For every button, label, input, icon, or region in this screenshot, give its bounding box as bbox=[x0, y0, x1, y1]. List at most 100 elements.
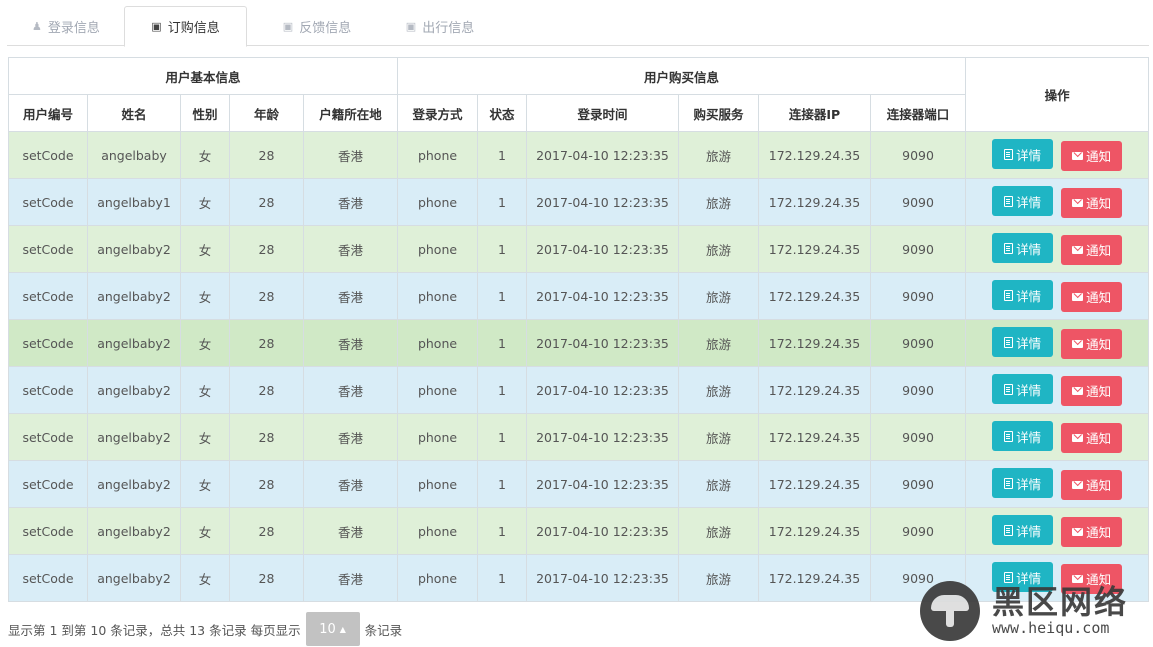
detail-button[interactable]: 详情 bbox=[992, 468, 1054, 499]
tab-login-info[interactable]: ♟ 登录信息 bbox=[7, 6, 125, 46]
cell-age: 28 bbox=[229, 507, 304, 555]
column-header-connector-port[interactable]: 连接器端口 bbox=[869, 94, 967, 132]
cell-status: 1 bbox=[477, 131, 527, 179]
detail-button-label: 详情 bbox=[1016, 523, 1042, 539]
cell-service: 旅游 bbox=[678, 178, 759, 226]
cell-login-method: phone bbox=[397, 272, 478, 320]
table-row: setCode angelbaby2 女 28 香港 phone 1 2017-04-10 1… bbox=[8, 366, 1150, 414]
cell-name: angelbaby2 bbox=[87, 366, 181, 414]
column-header-age[interactable]: 年龄 bbox=[229, 94, 304, 132]
cell-gender: 女 bbox=[180, 413, 230, 461]
cell-user-id: setCode bbox=[8, 554, 88, 602]
cell-connector-ip: 172.129.24.35 bbox=[758, 507, 871, 555]
column-header-status[interactable]: 状态 bbox=[477, 94, 527, 132]
detail-button[interactable]: 详情 bbox=[992, 374, 1054, 405]
envelope-icon bbox=[1072, 480, 1084, 489]
notify-button-label: 通知 bbox=[1086, 384, 1112, 400]
mushroom-logo-icon bbox=[920, 581, 980, 641]
cell-hometown: 香港 bbox=[303, 178, 398, 226]
notify-button[interactable]: 通知 bbox=[1061, 516, 1123, 547]
detail-button-label: 详情 bbox=[1016, 194, 1042, 210]
table-row: setCode angelbaby2 女 28 香港 phone 1 2017-04-10 1… bbox=[8, 225, 1150, 273]
notify-button[interactable]: 通知 bbox=[1061, 140, 1123, 171]
cell-login-time: 2017-04-10 12:23:35 bbox=[526, 272, 679, 320]
notify-button-label: 通知 bbox=[1086, 243, 1112, 259]
detail-button[interactable]: 详情 bbox=[992, 421, 1054, 452]
cell-name: angelbaby bbox=[87, 131, 181, 179]
detail-button[interactable]: 详情 bbox=[992, 327, 1054, 358]
order-table-container: 用户基本信息 用户购买信息 操作 用户编号 姓名 性别 年龄 户籍所在地 登录方… bbox=[8, 57, 1150, 602]
detail-button-label: 详情 bbox=[1016, 429, 1042, 445]
envelope-icon bbox=[1072, 198, 1084, 207]
cell-connector-ip: 172.129.24.35 bbox=[758, 366, 871, 414]
notify-button[interactable]: 通知 bbox=[1061, 281, 1123, 312]
cell-connector-port: 9090 bbox=[869, 178, 967, 226]
file-icon bbox=[1004, 289, 1014, 301]
cell-gender: 女 bbox=[180, 131, 230, 179]
cell-login-method: phone bbox=[397, 225, 478, 273]
column-header-service[interactable]: 购买服务 bbox=[678, 94, 759, 132]
cell-login-time: 2017-04-10 12:23:35 bbox=[526, 413, 679, 461]
cell-service: 旅游 bbox=[678, 413, 759, 461]
tab-label: 反馈信息 bbox=[299, 20, 352, 36]
cell-login-method: phone bbox=[397, 366, 478, 414]
column-header-login-time[interactable]: 登录时间 bbox=[526, 94, 679, 132]
user-icon: ♟ bbox=[32, 19, 42, 33]
detail-button[interactable]: 详情 bbox=[992, 186, 1054, 217]
column-header-user-id[interactable]: 用户编号 bbox=[8, 94, 88, 132]
cell-gender: 女 bbox=[180, 319, 230, 367]
cell-login-method: phone bbox=[397, 507, 478, 555]
tab-feedback-info[interactable]: ▣ 反馈信息 bbox=[255, 6, 379, 46]
cell-hometown: 香港 bbox=[303, 507, 398, 555]
detail-button[interactable]: 详情 bbox=[992, 515, 1054, 546]
notify-button-label: 通知 bbox=[1086, 478, 1112, 494]
tab-travel-info[interactable]: ▣ 出行信息 bbox=[379, 6, 501, 46]
cell-connector-port: 9090 bbox=[869, 413, 967, 461]
cell-connector-ip: 172.129.24.35 bbox=[758, 272, 871, 320]
cell-age: 28 bbox=[229, 413, 304, 461]
cell-connector-ip: 172.129.24.35 bbox=[758, 178, 871, 226]
cell-gender: 女 bbox=[180, 366, 230, 414]
file-icon bbox=[1004, 336, 1014, 348]
cell-service: 旅游 bbox=[678, 366, 759, 414]
page-size-dropdown[interactable]: 10 ▲ bbox=[305, 612, 360, 646]
cell-service: 旅游 bbox=[678, 131, 759, 179]
envelope-icon bbox=[1072, 433, 1084, 442]
column-header-login-method[interactable]: 登录方式 bbox=[397, 94, 478, 132]
cell-status: 1 bbox=[477, 460, 527, 508]
detail-button-label: 详情 bbox=[1016, 241, 1042, 257]
cell-gender: 女 bbox=[180, 178, 230, 226]
cell-gender: 女 bbox=[180, 225, 230, 273]
cell-login-time: 2017-04-10 12:23:35 bbox=[526, 507, 679, 555]
cell-connector-ip: 172.129.24.35 bbox=[758, 554, 871, 602]
cell-user-id: setCode bbox=[8, 319, 88, 367]
column-header-name[interactable]: 姓名 bbox=[87, 94, 181, 132]
file-icon bbox=[1004, 195, 1014, 207]
cell-age: 28 bbox=[229, 225, 304, 273]
cell-connector-ip: 172.129.24.35 bbox=[758, 413, 871, 461]
envelope-icon bbox=[1072, 151, 1084, 160]
notify-button[interactable]: 通知 bbox=[1061, 375, 1123, 406]
watermark-title: 黑区网络 bbox=[992, 583, 1129, 621]
notify-button[interactable]: 通知 bbox=[1061, 469, 1123, 500]
column-header-gender[interactable]: 性别 bbox=[180, 94, 230, 132]
notify-button[interactable]: 通知 bbox=[1061, 328, 1123, 359]
column-header-hometown[interactable]: 户籍所在地 bbox=[303, 94, 398, 132]
detail-button[interactable]: 详情 bbox=[992, 280, 1054, 311]
notify-button[interactable]: 通知 bbox=[1061, 234, 1123, 265]
notify-button[interactable]: 通知 bbox=[1061, 187, 1123, 218]
cell-gender: 女 bbox=[180, 272, 230, 320]
detail-button[interactable]: 详情 bbox=[992, 139, 1054, 170]
cell-login-time: 2017-04-10 12:23:35 bbox=[526, 131, 679, 179]
cell-connector-port: 9090 bbox=[869, 366, 967, 414]
table-row: setCode angelbaby 女 28 香港 phone 1 2017-04-10 12… bbox=[8, 131, 1150, 179]
cell-service: 旅游 bbox=[678, 554, 759, 602]
column-header-connector-ip[interactable]: 连接器IP bbox=[758, 94, 871, 132]
cell-connector-ip: 172.129.24.35 bbox=[758, 225, 871, 273]
watermark-url: www.heiqu.com bbox=[992, 619, 1110, 637]
cell-login-method: phone bbox=[397, 460, 478, 508]
caret-up-icon: ▲ bbox=[339, 624, 346, 634]
tab-order-info[interactable]: ▣ 订购信息 bbox=[124, 6, 247, 47]
notify-button[interactable]: 通知 bbox=[1061, 422, 1123, 453]
detail-button[interactable]: 详情 bbox=[992, 233, 1054, 264]
